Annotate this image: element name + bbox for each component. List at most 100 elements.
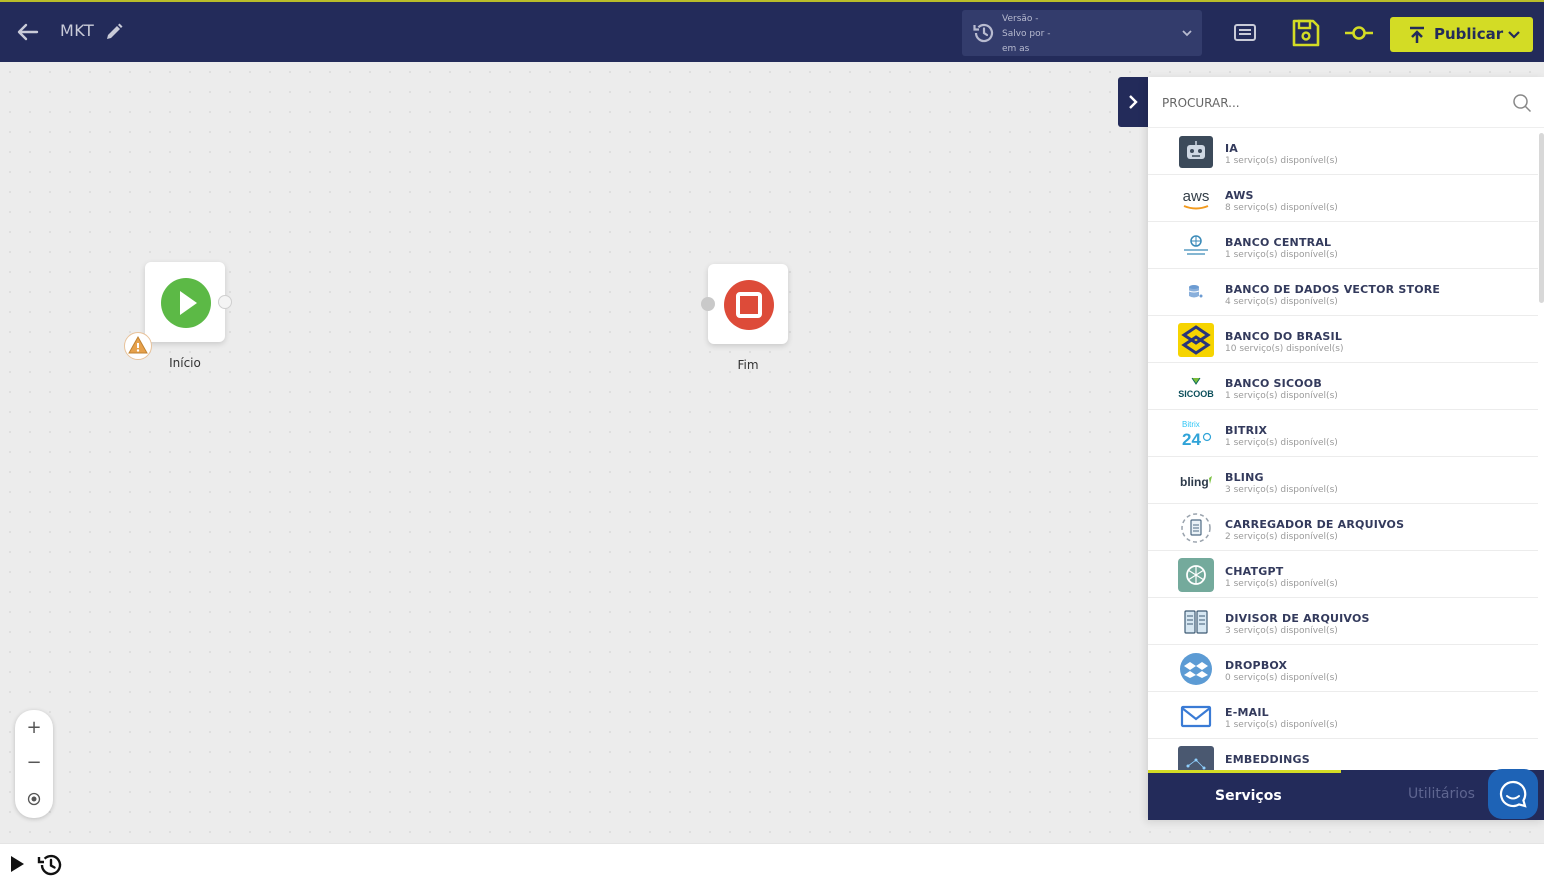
services-list[interactable]: IA 1 serviço(s) disponível(s) aws AWS 8 …: [1148, 128, 1544, 771]
service-count: 3 serviço(s) disponível(s): [1225, 485, 1338, 495]
service-item-banco-do-brasil[interactable]: BANCO DO BRASIL 10 serviço(s) disponível…: [1148, 316, 1538, 363]
end-node[interactable]: [708, 264, 788, 344]
commit-button[interactable]: [1344, 18, 1374, 48]
footer-bar: [0, 843, 1544, 883]
bling-logo: bling: [1178, 464, 1214, 498]
service-name: CARREGADOR DE ARQUIVOS: [1225, 518, 1405, 531]
banco-do-brasil-logo: [1178, 323, 1214, 357]
scrollbar[interactable]: [1539, 133, 1544, 303]
pencil-icon: [107, 23, 123, 39]
file-split-icon: [1178, 605, 1214, 639]
service-item-aws[interactable]: aws AWS 8 serviço(s) disponível(s): [1148, 175, 1538, 222]
target-icon: [27, 792, 41, 806]
search-input[interactable]: [1162, 91, 1502, 115]
service-count: 1 serviço(s) disponível(s): [1225, 391, 1338, 401]
publish-button[interactable]: Publicar: [1390, 17, 1533, 52]
bitrix-small-text: Bitrix: [1182, 420, 1200, 429]
service-item-embeddings[interactable]: EMBEDDINGS: [1148, 739, 1538, 771]
service-name: DIVISOR DE ARQUIVOS: [1225, 612, 1370, 625]
zoom-in-button[interactable]: +: [15, 713, 53, 743]
panel-tabs: Serviços Utilitários: [1148, 770, 1544, 820]
service-item-vector-store[interactable]: BANCO DE DADOS VECTOR STORE 4 serviço(s)…: [1148, 269, 1538, 316]
service-item-chatgpt[interactable]: CHATGPT 1 serviço(s) disponível(s): [1148, 551, 1538, 598]
logs-button[interactable]: [1230, 18, 1260, 48]
chevron-down-icon: [1508, 31, 1520, 39]
embeddings-icon: [1178, 746, 1214, 771]
execution-history-button[interactable]: [36, 852, 64, 878]
stop-icon: [724, 280, 774, 330]
recenter-button[interactable]: [15, 784, 53, 814]
chat-support-button[interactable]: [1488, 769, 1538, 819]
end-node-label: Fim: [737, 358, 759, 372]
services-panel: IA 1 serviço(s) disponível(s) aws AWS 8 …: [1148, 77, 1544, 820]
start-node[interactable]: [145, 262, 225, 342]
tab-utilities[interactable]: Utilitários: [1408, 786, 1475, 802]
file-upload-icon: [1178, 511, 1214, 545]
start-node-label: Início: [169, 356, 201, 370]
chevron-right-icon: [1129, 95, 1138, 109]
service-item-file-uploader[interactable]: CARREGADOR DE ARQUIVOS 2 serviço(s) disp…: [1148, 504, 1538, 551]
top-bar: MKT Versão - Salvo por - em as Publicar: [0, 0, 1544, 62]
search-box: [1148, 77, 1544, 128]
service-count: 3 serviço(s) disponível(s): [1225, 626, 1338, 636]
chevron-down-icon: [1182, 30, 1192, 37]
service-item-sicoob[interactable]: SICOOB BANCO SICOOB 1 serviço(s) disponí…: [1148, 363, 1538, 410]
service-count: 1 serviço(s) disponível(s): [1225, 438, 1338, 448]
chat-icon: [1499, 780, 1527, 808]
service-item-banco-central[interactable]: BANCO CENTRAL 1 serviço(s) disponível(s): [1148, 222, 1538, 269]
database-icon: [1178, 276, 1214, 310]
bitrix24-logo: Bitrix 24: [1178, 417, 1214, 451]
service-count: 0 serviço(s) disponível(s): [1225, 673, 1338, 683]
service-name: BANCO DO BRASIL: [1225, 330, 1343, 343]
end-input-port[interactable]: [701, 297, 715, 311]
play-icon: [161, 278, 211, 328]
version-selector[interactable]: Versão - Salvo por - em as: [962, 10, 1202, 56]
robot-icon: [1178, 135, 1214, 169]
sicoob-logo: SICOOB: [1178, 370, 1214, 404]
service-name: IA: [1225, 142, 1239, 155]
service-count: 10 serviço(s) disponível(s): [1225, 344, 1344, 354]
flow-title: MKT: [60, 21, 95, 40]
history-icon: [973, 23, 994, 43]
aws-logo: aws: [1178, 182, 1214, 216]
save-button[interactable]: [1291, 18, 1321, 48]
service-item-ia[interactable]: IA 1 serviço(s) disponível(s): [1148, 128, 1538, 175]
service-item-file-splitter[interactable]: DIVISOR DE ARQUIVOS 3 serviço(s) disponí…: [1148, 598, 1538, 645]
saved-at-label: em as: [1002, 44, 1030, 54]
tab-services[interactable]: Serviços: [1215, 788, 1282, 804]
service-name: BLING: [1225, 471, 1264, 484]
bitrix-big-text: 24: [1182, 430, 1201, 449]
aws-logo-text: aws: [1183, 188, 1210, 205]
service-count: 1 serviço(s) disponível(s): [1225, 579, 1338, 589]
history-icon: [37, 854, 62, 876]
service-item-dropbox[interactable]: DROPBOX 0 serviço(s) disponível(s): [1148, 645, 1538, 692]
service-item-email[interactable]: E-MAIL 1 serviço(s) disponível(s): [1148, 692, 1538, 739]
service-count: 1 serviço(s) disponível(s): [1225, 156, 1338, 166]
arrow-left-icon: [17, 23, 39, 41]
version-info: Versão - Salvo por - em as: [1002, 12, 1050, 57]
saved-by-label: Salvo por -: [1002, 29, 1051, 39]
service-name: BANCO DE DADOS VECTOR STORE: [1225, 283, 1441, 296]
service-count: 2 serviço(s) disponível(s): [1225, 532, 1338, 542]
chatgpt-logo: [1178, 558, 1214, 592]
bling-logo-text: bling: [1180, 475, 1209, 489]
service-name: CHATGPT: [1225, 565, 1284, 578]
run-button[interactable]: [8, 855, 26, 873]
commit-icon: [1345, 26, 1373, 40]
panel-collapse-button[interactable]: [1118, 77, 1148, 127]
service-item-bitrix[interactable]: Bitrix 24 BITRIX 1 serviço(s) disponível…: [1148, 410, 1538, 457]
service-count: 1 serviço(s) disponível(s): [1225, 250, 1338, 260]
dropbox-logo: [1178, 652, 1214, 686]
start-output-port[interactable]: [218, 295, 232, 309]
active-tab-indicator: [1148, 770, 1341, 773]
sicoob-logo-text: SICOOB: [1178, 389, 1214, 399]
version-label: Versão -: [1002, 14, 1039, 24]
edit-title-button[interactable]: [104, 22, 124, 42]
service-item-bling[interactable]: bling BLING 3 serviço(s) disponível(s): [1148, 457, 1538, 504]
service-count: 4 serviço(s) disponível(s): [1225, 297, 1338, 307]
back-button[interactable]: [14, 18, 42, 46]
service-name: DROPBOX: [1225, 659, 1288, 672]
email-icon: [1178, 699, 1214, 733]
zoom-out-button[interactable]: −: [15, 748, 53, 778]
search-icon[interactable]: [1512, 93, 1532, 113]
